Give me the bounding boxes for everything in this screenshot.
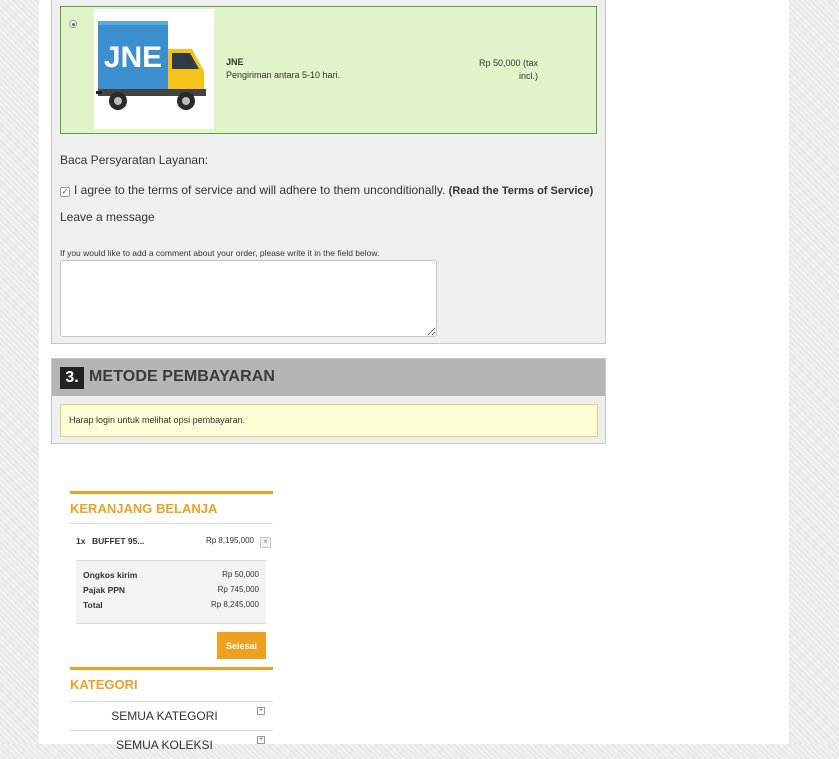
carrier-name: JNE bbox=[226, 57, 244, 67]
category-item[interactable]: SEMUA KOLEKSI + bbox=[70, 730, 273, 759]
category-title: KATEGORI bbox=[70, 677, 138, 692]
expand-icon[interactable]: + bbox=[257, 736, 265, 744]
cart-block: KERANJANG BELANJA 1x BUFFET 95... Rp 8,1… bbox=[70, 491, 273, 659]
category-item[interactable]: SEMUA KATEGORI + bbox=[70, 701, 273, 730]
tos-heading: Baca Persyaratan Layanan: bbox=[60, 153, 209, 167]
cart-item-qty: 1x bbox=[76, 536, 86, 546]
carrier-delivery-time: Pengiriman antara 5-10 hari. bbox=[226, 70, 341, 80]
total-label: Total bbox=[83, 600, 103, 610]
carrier-radio[interactable] bbox=[69, 20, 77, 28]
message-hint: If you would like to add a comment about… bbox=[60, 248, 380, 258]
step-number: 3. bbox=[60, 367, 84, 389]
cart-item-price: Rp 8,195,000 bbox=[205, 536, 254, 545]
category-top-rule bbox=[70, 667, 273, 670]
carrier-price: Rp 50,000 (tax incl.) bbox=[455, 57, 538, 83]
tos-agreement-text: I agree to the terms of service and will… bbox=[74, 183, 446, 197]
payment-login-notice: Harap login untuk melihat opsi pembayara… bbox=[60, 404, 598, 437]
carrier-price-note: incl.) bbox=[518, 71, 538, 81]
carrier-logo: JNE bbox=[94, 9, 214, 129]
tos-read-link[interactable]: (Read the Terms of Service) bbox=[449, 185, 594, 197]
divider bbox=[70, 523, 273, 524]
category-label[interactable]: SEMUA KATEGORI bbox=[70, 709, 259, 723]
tax-label: Pajak PPN bbox=[83, 585, 126, 595]
cart-totals: Ongkos kirim Rp 50,000 Pajak PPN Rp 745,… bbox=[76, 560, 266, 624]
jne-truck-icon: JNE bbox=[96, 21, 206, 110]
jne-logo-text: JNE bbox=[104, 41, 162, 74]
shipping-cost-label: Ongkos kirim bbox=[83, 570, 138, 580]
order-message-textarea[interactable] bbox=[60, 260, 437, 337]
remove-item-icon[interactable]: × bbox=[260, 537, 271, 548]
payment-method-panel: 3. METODE PEMBAYARAN Harap login untuk m… bbox=[51, 358, 606, 444]
tax-value: Rp 745,000 bbox=[217, 585, 259, 594]
category-label[interactable]: SEMUA KOLEKSI bbox=[70, 738, 259, 752]
tos-agreement: I agree to the terms of service and will… bbox=[74, 183, 593, 197]
tos-checkbox[interactable]: ✓ bbox=[60, 187, 70, 197]
category-block: KATEGORI SEMUA KATEGORI + SEMUA KOLEKSI … bbox=[70, 667, 273, 752]
cart-title[interactable]: KERANJANG BELANJA bbox=[70, 501, 217, 516]
cart-item-name[interactable]: BUFFET 95... bbox=[92, 536, 144, 546]
shipping-cost-value: Rp 50,000 bbox=[222, 570, 259, 579]
payment-method-title: METODE PEMBAYARAN bbox=[89, 368, 276, 385]
checkout-button[interactable]: Selesai bbox=[217, 632, 266, 659]
cart-top-rule bbox=[70, 491, 273, 494]
carrier-price-amount: Rp 50,000 (tax bbox=[478, 58, 538, 68]
expand-icon[interactable]: + bbox=[257, 707, 265, 715]
message-heading: Leave a message bbox=[60, 210, 155, 224]
total-value: Rp 8,245,000 bbox=[210, 600, 259, 609]
payment-method-header: 3. METODE PEMBAYARAN bbox=[52, 359, 605, 396]
